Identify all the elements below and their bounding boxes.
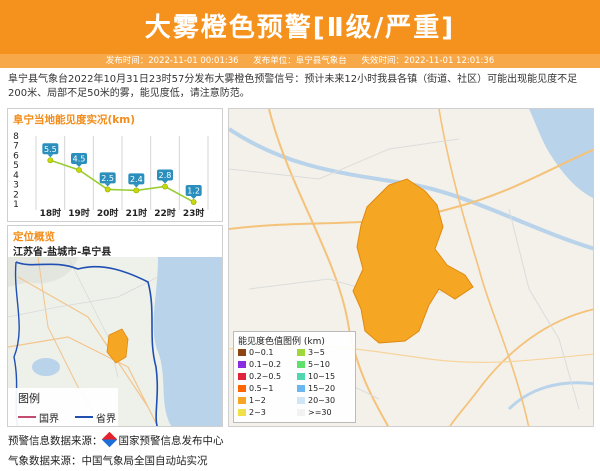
warning-source-name: 国家预警信息发布中心 bbox=[118, 435, 224, 447]
color-legend-title: 能见度色值图例 (km) bbox=[238, 337, 325, 347]
x-tick-label: 18时 bbox=[40, 207, 62, 219]
color-legend-item: 3~5 bbox=[297, 348, 325, 357]
y-tick-label: 6 bbox=[13, 151, 19, 161]
data-label: 2.5 bbox=[101, 174, 114, 183]
visibility-color-legend: 能见度色值图例 (km) 0~0.1 0.1~0.2 0.2~0.5 0.5~1 1~2… bbox=[233, 331, 356, 423]
color-swatch bbox=[297, 349, 305, 356]
warning-title: 大雾橙色预警[Ⅱ级/严重] bbox=[144, 13, 456, 43]
data-label: 5.5 bbox=[44, 145, 57, 154]
color-legend-item: 1~2 bbox=[238, 396, 266, 405]
color-legend-item: 0.1~0.2 bbox=[238, 360, 281, 369]
color-swatch bbox=[297, 397, 305, 404]
color-swatch bbox=[238, 409, 246, 416]
color-legend-label: >=30 bbox=[308, 408, 332, 417]
warning-source-line: 预警信息数据来源： 国家预警信息发布中心 bbox=[8, 431, 224, 448]
warning-description: 阜宁县气象台2022年10月31日23时57分发布大雾橙色预警信号：预计未来12… bbox=[8, 74, 578, 99]
data-label: 4.5 bbox=[73, 155, 86, 164]
data-label: 2.8 bbox=[159, 171, 172, 180]
warning-meta-bar: 发布时间：2022-11-01 00:01:36 发布单位：阜宁县气象台 失效时… bbox=[0, 54, 600, 68]
data-label-pointer bbox=[162, 180, 168, 184]
y-tick-label: 3 bbox=[13, 181, 19, 191]
national-border-swatch bbox=[18, 416, 36, 418]
warning-center-logo-icon bbox=[101, 431, 117, 448]
weather-source-line: 气象数据来源：中国气象局全国自动站实况 bbox=[8, 455, 208, 467]
color-legend-item: 2~3 bbox=[238, 408, 266, 417]
color-legend-item: 0~0.1 bbox=[238, 348, 274, 357]
main-map-panel: 能见度色值图例 (km) 0~0.1 0.1~0.2 0.2~0.5 0.5~1 1~2… bbox=[228, 108, 594, 427]
color-legend-item: 0.2~0.5 bbox=[238, 372, 281, 381]
color-legend-label: 10~15 bbox=[308, 372, 336, 381]
x-tick-label: 23时 bbox=[183, 207, 205, 219]
data-point bbox=[133, 187, 140, 194]
color-legend-label: 5~10 bbox=[308, 360, 330, 369]
publish-time: 发布时间：2022-11-01 00:01:36 bbox=[105, 56, 239, 66]
data-label: 1.2 bbox=[187, 187, 200, 196]
color-legend-label: 15~20 bbox=[308, 384, 336, 393]
x-tick-label: 19时 bbox=[68, 207, 90, 219]
x-tick-label: 21时 bbox=[126, 207, 148, 219]
color-swatch bbox=[297, 385, 305, 392]
expire-time: 失效时间：2022-11-01 12:01:36 bbox=[361, 56, 495, 66]
warning-source-prefix: 预警信息数据来源： bbox=[8, 435, 103, 447]
data-point bbox=[47, 157, 54, 164]
location-path: 江苏省-盐城市-阜宁县 bbox=[13, 247, 112, 258]
visibility-panel: 阜宁当地能见度实况(km) 1 2 3 4 5 6 7 8 5.5 4.5 2.5 2.4 2.8 1.2… bbox=[7, 108, 223, 222]
color-swatch bbox=[238, 397, 246, 404]
color-legend-item: 20~30 bbox=[297, 396, 335, 405]
color-legend-label: 2~3 bbox=[249, 408, 266, 417]
color-legend-label: 0.2~0.5 bbox=[249, 372, 282, 381]
x-tick-label: 22时 bbox=[154, 207, 176, 219]
color-legend-label: 0.5~1 bbox=[249, 384, 274, 393]
data-label-pointer bbox=[47, 154, 54, 158]
color-legend-label: 20~30 bbox=[308, 396, 336, 405]
provincial-border-swatch bbox=[75, 416, 93, 418]
color-swatch bbox=[238, 361, 246, 368]
overview-legend: 图例 国界 省界 bbox=[8, 388, 118, 426]
color-swatch bbox=[238, 373, 246, 380]
color-legend-item: 0.5~1 bbox=[238, 384, 274, 393]
data-label-pointer bbox=[104, 183, 111, 187]
y-tick-label: 8 bbox=[13, 132, 19, 142]
color-swatch bbox=[297, 361, 305, 368]
color-legend-label: 3~5 bbox=[308, 348, 325, 357]
data-label-pointer bbox=[190, 196, 197, 200]
y-tick-label: 4 bbox=[13, 171, 19, 181]
overview-legend-title: 图例 bbox=[18, 392, 40, 405]
color-legend-label: 0.1~0.2 bbox=[249, 360, 282, 369]
data-label: 2.4 bbox=[130, 175, 143, 184]
location-title: 定位概览 bbox=[13, 231, 55, 243]
visibility-chart: 12345678 5.5 4.5 2.5 2.4 2.8 1.2 18时 19时 20时 21时 22… bbox=[13, 132, 209, 219]
location-panel: 定位概览 江苏省-盐城市-阜宁县 图例 国界 省界 bbox=[7, 225, 223, 427]
color-swatch bbox=[238, 349, 246, 356]
y-tick-label: 1 bbox=[13, 200, 19, 210]
provincial-border-label: 省界 bbox=[96, 414, 116, 425]
national-border-label: 国界 bbox=[39, 414, 59, 425]
y-tick-label: 5 bbox=[13, 161, 19, 171]
data-label-pointer bbox=[133, 184, 140, 188]
color-legend-item: >=30 bbox=[297, 408, 332, 417]
publisher: 发布单位：阜宁县气象台 bbox=[253, 56, 347, 66]
data-point bbox=[104, 186, 111, 193]
data-label-pointer bbox=[76, 164, 82, 167]
x-tick-label: 20时 bbox=[97, 207, 119, 219]
color-legend-item: 10~15 bbox=[297, 372, 335, 381]
y-tick-label: 2 bbox=[13, 190, 19, 200]
color-legend-item: 15~20 bbox=[297, 384, 335, 393]
data-point bbox=[76, 167, 82, 173]
data-point bbox=[162, 183, 168, 190]
color-legend-label: 0~0.1 bbox=[249, 348, 274, 357]
y-tick-label: 7 bbox=[13, 142, 19, 152]
warning-header: 大雾橙色预警[Ⅱ级/严重] bbox=[0, 0, 600, 54]
color-legend-item: 5~10 bbox=[297, 360, 330, 369]
color-swatch bbox=[297, 373, 305, 380]
data-point bbox=[190, 199, 197, 205]
color-swatch bbox=[238, 385, 246, 392]
color-legend-label: 1~2 bbox=[249, 396, 266, 405]
color-swatch bbox=[297, 409, 305, 416]
